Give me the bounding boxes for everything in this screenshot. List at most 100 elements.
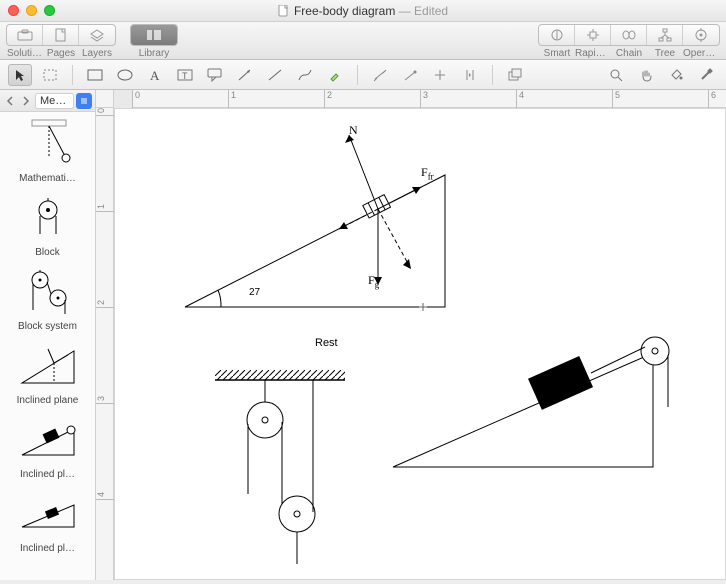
ruler-mark: 2 (96, 300, 114, 308)
minimize-window[interactable] (26, 5, 37, 16)
toolbar-library-group: Library (130, 24, 178, 59)
drawing-canvas[interactable]: N Ffr Fg 27 Rest (114, 108, 726, 580)
zoom-window[interactable] (44, 5, 55, 16)
ruler-mark: 0 (96, 108, 114, 116)
toolbar-separator (357, 65, 358, 85)
textbox-tool[interactable]: T (173, 64, 197, 86)
snap-tool[interactable] (458, 64, 482, 86)
ruler-mark: 0 (132, 90, 140, 108)
layers-label: Layers (79, 48, 115, 59)
ruler-horizontal[interactable]: 0 1 2 3 4 5 6 (132, 90, 726, 108)
pages-button[interactable] (43, 25, 79, 45)
document-icon (278, 5, 290, 17)
sidebar-config[interactable] (76, 93, 92, 109)
sidebar-body[interactable]: Mathemati… Block (0, 112, 95, 580)
pulley-system[interactable] (185, 364, 385, 584)
ruler-vertical[interactable]: 0 1 2 3 4 (96, 108, 114, 580)
stencil-block-system[interactable]: Block system (0, 260, 95, 334)
rect-tool[interactable] (83, 64, 107, 86)
ruler-mark: 1 (228, 90, 236, 108)
rapid-draw-label: Rapid Draw (575, 48, 611, 59)
ruler-mark: 3 (96, 396, 114, 404)
window-title: Free-body diagram — Edited (0, 4, 726, 18)
spline-tool[interactable] (293, 64, 317, 86)
anchor-tool[interactable] (428, 64, 452, 86)
label-N[interactable]: N (349, 123, 358, 138)
window-controls (8, 5, 55, 16)
svg-text:T: T (182, 71, 188, 81)
toolbar-right-group: Smart Rapid Draw Chain Tree Operations (538, 24, 720, 59)
label-angle[interactable]: 27 (249, 287, 260, 298)
ruler-mark: 3 (420, 90, 428, 108)
sidebar-library-name[interactable]: Mecha… (35, 93, 74, 109)
arrow-tool[interactable] (233, 64, 257, 86)
shape-toolbar: A T (0, 60, 726, 90)
toolbar-left-group: Solutions Pages Layers (6, 24, 116, 59)
ruler-mark: 4 (96, 492, 114, 500)
stencil-label: Inclined pl… (20, 543, 75, 554)
smart-label: Smart (539, 48, 575, 59)
label-Fg[interactable]: Fg (368, 273, 379, 289)
dimension-tool[interactable] (368, 64, 392, 86)
close-window[interactable] (8, 5, 19, 16)
highlighter-tool[interactable] (323, 64, 347, 86)
lasso-tool[interactable] (38, 64, 62, 86)
stencil-label: Block system (18, 321, 77, 332)
label-Ffr[interactable]: Ffr (421, 165, 434, 181)
paint-bucket-tool[interactable] (664, 64, 688, 86)
callout-tool[interactable] (203, 64, 227, 86)
solutions-button[interactable] (7, 25, 43, 45)
stencil-label: Block (35, 247, 59, 258)
line-tool[interactable] (263, 64, 287, 86)
stencil-inclined-block[interactable]: Inclined pl… (0, 408, 95, 482)
tree-label: Tree (647, 48, 683, 59)
solutions-label: Solutions (7, 48, 43, 59)
stencil-label: Inclined plane (17, 395, 79, 406)
chain-label: Chain (611, 48, 647, 59)
ruler-corner (96, 90, 114, 108)
rotate-tool[interactable] (398, 64, 422, 86)
tree-button[interactable] (647, 25, 683, 45)
library-label: Library (131, 48, 177, 59)
doc-title-text: Free-body diagram (294, 4, 395, 18)
smart-button[interactable] (539, 25, 575, 45)
stencil-inclined-system[interactable]: Inclined pl… (0, 482, 95, 556)
library-sidebar: Mecha… Mathemati… (0, 90, 96, 580)
doc-edited-text: — Edited (395, 4, 448, 18)
sidebar-header: Mecha… (0, 90, 95, 112)
content-area: Mecha… Mathemati… (0, 90, 726, 580)
sidebar-prev[interactable] (3, 93, 17, 109)
pages-label: Pages (43, 48, 79, 59)
operations-button[interactable] (683, 25, 719, 45)
label-rest[interactable]: Rest (315, 337, 338, 349)
ruler-mark: 2 (324, 90, 332, 108)
operations-label: Operations (683, 48, 719, 59)
main-toolbar: Solutions Pages Layers Library Smart Rap… (0, 22, 726, 60)
rapid-draw-button[interactable] (575, 25, 611, 45)
hand-tool[interactable] (634, 64, 658, 86)
chain-button[interactable] (611, 25, 647, 45)
inclined-with-block[interactable] (375, 319, 675, 499)
stencil-inclined-plane[interactable]: Inclined plane (0, 334, 95, 408)
stencil-block[interactable]: Block (0, 186, 95, 260)
inclined-free-body[interactable] (155, 109, 475, 329)
library-button[interactable] (131, 25, 177, 45)
stencil-pendulum[interactable]: Mathemati… (0, 112, 95, 186)
stencil-label: Mathemati… (19, 173, 76, 184)
layers-button[interactable] (79, 25, 115, 45)
canvas-wrap: 0 1 2 3 4 5 6 0 1 2 3 4 (96, 90, 726, 580)
eyedropper-tool[interactable] (694, 64, 718, 86)
ruler-mark: 5 (612, 90, 620, 108)
stack-tool[interactable] (503, 64, 527, 86)
sidebar-next[interactable] (19, 93, 33, 109)
text-tool[interactable]: A (143, 64, 167, 86)
ruler-mark: 4 (516, 90, 524, 108)
ellipse-tool[interactable] (113, 64, 137, 86)
titlebar: Free-body diagram — Edited (0, 0, 726, 22)
toolbar-separator (72, 65, 73, 85)
ruler-mark: 6 (708, 90, 716, 108)
search-tool[interactable] (604, 64, 628, 86)
pointer-tool[interactable] (8, 64, 32, 86)
toolbar-separator (492, 65, 493, 85)
ruler-mark: 1 (96, 204, 114, 212)
